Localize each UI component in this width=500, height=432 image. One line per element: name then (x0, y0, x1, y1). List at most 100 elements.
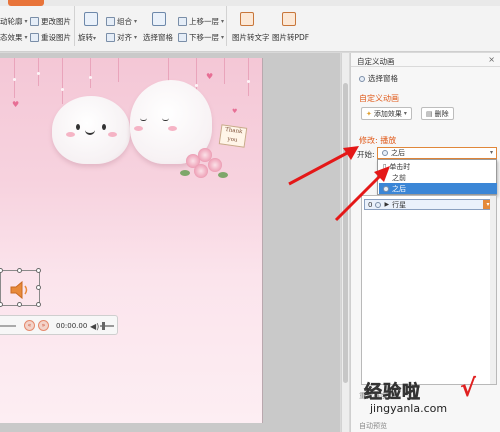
blush (168, 126, 177, 131)
chevron-down-icon: ▾ (403, 110, 407, 117)
slide[interactable]: ♥ ♥ ♥ Thank you « » 00:00.00 ◀) (0, 58, 263, 423)
item-index: 0 (368, 200, 373, 209)
option-label: 之前 (392, 173, 406, 182)
align-button[interactable]: 对齐 ▾ (106, 30, 137, 44)
close-icon[interactable]: × (488, 55, 495, 64)
clock-icon (382, 150, 388, 156)
curtain-string (118, 58, 119, 82)
bring-forward-label: 上移一层 (189, 16, 219, 26)
progress-track[interactable] (0, 325, 16, 327)
separator (226, 6, 227, 46)
modify-heading: 修改: 播放 (359, 136, 397, 145)
resize-handle[interactable] (36, 268, 41, 273)
chevron-down-icon: ▾ (24, 17, 28, 25)
send-backward-icon (178, 32, 187, 42)
custom-animation-pane: 自定义动画 × 选择窗格 自定义动画 ✦ 添加效果 ▾ ▤ 删除 修改: 播放 … (350, 53, 500, 432)
bead (195, 84, 198, 87)
add-effect-button[interactable]: ✦ 添加效果 ▾ (361, 107, 412, 120)
bead (247, 80, 250, 83)
mouse-icon: ▯ (383, 163, 387, 170)
blush (108, 132, 117, 137)
option-with-previous[interactable]: 之前 (379, 172, 497, 183)
send-backward-button[interactable]: 下移一层 ▾ (178, 30, 224, 44)
outline-label: 动轮廓 (0, 16, 23, 26)
rose (194, 164, 208, 178)
image-to-pdf-button[interactable]: 图片转PDF (272, 32, 309, 43)
select-pane-icon (359, 75, 365, 82)
select-pane-icon[interactable] (152, 12, 166, 26)
animation-list-item[interactable]: 0 ▶ 行星 ▾ (364, 199, 494, 210)
delete-button[interactable]: ▤ 删除 (421, 107, 454, 120)
option-on-click[interactable]: ▯ 单击时 (379, 161, 497, 172)
chevron-down-icon: ▾ (221, 17, 225, 25)
curtain-string (224, 58, 225, 84)
rose (208, 158, 222, 172)
resize-handle[interactable] (0, 268, 3, 273)
audio-player-bar: « » 00:00.00 ◀) (0, 315, 118, 335)
reset-picture-label: 重设图片 (41, 32, 71, 42)
star-icon: ✦ (366, 109, 372, 118)
resize-handle[interactable] (17, 302, 22, 307)
bead (89, 76, 92, 79)
group-icon (106, 16, 115, 26)
effect-label: 态效果 (0, 32, 23, 42)
rewind-icon[interactable]: « (24, 320, 35, 331)
animation-list[interactable]: 0 ▶ 行星 ▾ (361, 195, 497, 385)
resize-handle[interactable] (36, 302, 41, 307)
change-picture-label: 更改图片 (41, 16, 71, 26)
image-to-text-icon[interactable] (240, 12, 254, 26)
effect-button[interactable]: 态效果 ▾ (0, 30, 28, 44)
resize-handle[interactable] (36, 285, 41, 290)
scrollbar-thumb[interactable] (343, 83, 348, 383)
eye (102, 124, 106, 130)
thank-you-card: Thank you (218, 124, 248, 148)
group-label: 组合 (117, 16, 132, 26)
rose-bouquet (180, 148, 230, 186)
start-select[interactable]: 之后 ▾ (377, 147, 497, 159)
reset-picture-button[interactable]: 重设图片 (30, 30, 71, 44)
chevron-down-icon: ▾ (489, 149, 493, 156)
select-pane-link[interactable]: 选择窗格 (359, 73, 398, 84)
bring-forward-button[interactable]: 上移一层 ▾ (178, 14, 224, 28)
add-effect-label: 添加效果 (373, 109, 402, 118)
rotate-icon[interactable] (84, 12, 98, 26)
option-after-previous[interactable]: 之后 (379, 183, 497, 194)
watermark: 经验啦 √ jingyanla.com (352, 374, 492, 428)
align-icon (106, 32, 115, 42)
start-select-value: 之后 (391, 149, 405, 157)
canvas-vertical-scrollbar[interactable] (341, 53, 349, 432)
curtain-string (62, 58, 63, 104)
rotate-button[interactable]: 旋转▾ (78, 32, 96, 43)
volume-knob[interactable] (102, 322, 105, 330)
outline-button[interactable]: 动轮廓 ▾ (0, 14, 28, 28)
image-to-pdf-icon[interactable] (282, 12, 296, 26)
curtain-string (90, 58, 91, 88)
leaf (218, 172, 228, 178)
active-tab-chip[interactable] (8, 0, 44, 6)
custom-animation-heading: 自定义动画 (359, 94, 399, 103)
resize-handle[interactable] (0, 302, 3, 307)
checkmark-icon: √ (460, 374, 477, 402)
image-to-text-button[interactable]: 图片转文字 (232, 32, 270, 43)
curtain-string (248, 58, 249, 96)
bring-forward-icon (178, 16, 187, 26)
heart-icon: ♥ (232, 108, 238, 115)
ribbon-toolbar: 动轮廓 ▾ 态效果 ▾ 更改图片 重设图片 旋转▾ 组合 ▾ 对齐 ▾ 选择窗格 上移一… (0, 0, 500, 52)
volume-icon[interactable]: ◀) (90, 322, 99, 331)
bead (61, 88, 64, 91)
group-button[interactable]: 组合 ▾ (106, 14, 137, 28)
change-picture-button[interactable]: 更改图片 (30, 14, 71, 28)
picture-icon (30, 16, 39, 26)
chevron-down-icon: ▾ (221, 33, 225, 41)
start-label: 开始: (357, 150, 375, 159)
speaker-icon[interactable] (9, 280, 31, 300)
pane-scrollbar[interactable] (490, 196, 496, 384)
select-pane-button[interactable]: 选择窗格 (143, 32, 173, 43)
watermark-url: jingyanla.com (370, 402, 448, 415)
pane-title: 自定义动画 (357, 57, 395, 66)
closed-eye (162, 118, 169, 121)
bead (37, 72, 40, 75)
forward-icon[interactable]: » (38, 320, 49, 331)
resize-handle[interactable] (17, 268, 22, 273)
chevron-down-icon: ▾ (134, 17, 138, 25)
